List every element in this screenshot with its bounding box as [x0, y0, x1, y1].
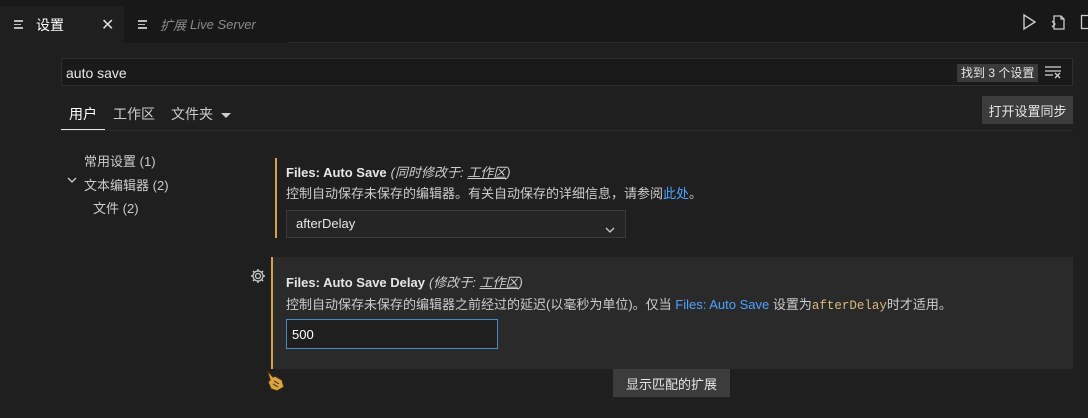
- run-icon[interactable]: [1020, 13, 1038, 31]
- tab-workspace[interactable]: 工作区: [105, 102, 163, 130]
- tab-extension-live-server[interactable]: 扩展 Live Server: [124, 6, 288, 43]
- search-input[interactable]: [66, 63, 926, 83]
- toc-item-text-editor[interactable]: 文本编辑器 (2): [84, 175, 169, 194]
- modified-scope-link[interactable]: 工作区: [467, 165, 506, 180]
- chevron-down-icon: [605, 218, 615, 233]
- desc-text-end: 。: [689, 186, 703, 201]
- setting-description: 控制自动保存未保存的编辑器之前经过的延迟(以毫秒为单位)。仅当 Files: A…: [286, 294, 952, 313]
- desc-code: afterDelay: [811, 299, 887, 313]
- hand-cursor-icon: [262, 367, 288, 393]
- desc-link[interactable]: 此处: [663, 186, 689, 201]
- setting-name: Auto Save Delay: [323, 275, 425, 290]
- setting-files-auto-save: Files: Auto Save (同时修改于: 工作区) 控制自动保存未保存的编…: [275, 158, 975, 238]
- setting-files-auto-save-delay: Files: Auto Save Delay (修改于: 工作区) 控制自动保存未…: [271, 257, 1073, 369]
- clear-filter-icon[interactable]: [1045, 65, 1061, 79]
- open-settings-json-icon[interactable]: [1050, 13, 1068, 31]
- setting-name: Auto Save: [323, 165, 387, 180]
- tab-folder-label: 文件夹: [171, 106, 213, 122]
- show-matching-extensions-button[interactable]: 显示匹配的扩展: [613, 369, 730, 397]
- auto-save-select-value: afterDelay: [296, 216, 356, 231]
- modified-suffix: ): [506, 165, 511, 180]
- toc-item-count: (1): [139, 154, 156, 169]
- tab-folder[interactable]: 文件夹: [163, 102, 239, 130]
- desc-text-mid: 设置为: [769, 297, 812, 312]
- setting-title: Files: Auto Save Delay (修改于: 工作区): [286, 272, 523, 291]
- close-icon[interactable]: ✕: [101, 15, 114, 35]
- extension-list-icon: [138, 20, 154, 29]
- chevron-down-icon: [221, 112, 231, 118]
- editor-tab-bar: 设置 ✕ 扩展 Live Server: [0, 0, 1088, 43]
- modified-scope-link[interactable]: 工作区: [480, 275, 519, 290]
- tab-settings[interactable]: 设置 ✕: [0, 6, 124, 43]
- setting-title: Files: Auto Save (同时修改于: 工作区): [286, 162, 511, 181]
- desc-text: 控制自动保存未保存的编辑器之前经过的延迟(以毫秒为单位)。仅当: [286, 297, 676, 312]
- desc-text-end: 时才适用。: [886, 297, 952, 312]
- auto-save-select[interactable]: afterDelay: [286, 210, 626, 238]
- search-result-count: 找到 3 个设置: [957, 64, 1039, 82]
- toc-item-label: 常用设置: [84, 154, 137, 169]
- setting-description: 控制自动保存未保存的编辑器。有关自动保存的详细信息，请参阅此处。: [286, 183, 702, 202]
- toc-item-label: 文件: [93, 201, 120, 216]
- settings-search-box: 找到 3 个设置: [61, 58, 1073, 86]
- modified-prefix: (修改于:: [428, 275, 480, 290]
- split-editor-icon[interactable]: [1080, 13, 1088, 31]
- gear-icon[interactable]: [250, 268, 266, 284]
- scope-tabs: 用户 工作区 文件夹: [61, 102, 239, 130]
- tab-settings-label: 设置: [36, 16, 64, 33]
- scope-divider: [61, 130, 1073, 131]
- open-settings-sync-button[interactable]: 打开设置同步: [982, 96, 1073, 124]
- tab-user[interactable]: 用户: [61, 102, 105, 130]
- toc-item-label: 文本编辑器: [84, 178, 150, 193]
- modified-indicator: (修改于: 工作区): [429, 275, 523, 290]
- toc-item-count: (2): [122, 201, 139, 216]
- toc-item-commonly-used[interactable]: 常用设置 (1): [84, 151, 156, 170]
- toc-item-files[interactable]: 文件 (2): [93, 198, 139, 217]
- settings-list-icon: [14, 20, 30, 29]
- tab-extension-name: Live Server: [190, 17, 256, 32]
- modified-suffix: ): [518, 275, 523, 290]
- toc-item-count: (2): [152, 178, 169, 193]
- editor-actions: [1020, 13, 1088, 31]
- modified-indicator: (同时修改于: 工作区): [391, 165, 511, 180]
- setting-category: Files:: [286, 275, 324, 290]
- chevron-down-icon[interactable]: [66, 174, 78, 189]
- desc-text: 控制自动保存未保存的编辑器。有关自动保存的详细信息，请参阅: [286, 186, 664, 201]
- modified-prefix: (同时修改于:: [390, 165, 468, 180]
- tab-extension-prefix: 扩展: [160, 18, 187, 33]
- desc-setting-link[interactable]: Files: Auto Save: [675, 297, 769, 312]
- auto-save-delay-input[interactable]: [286, 319, 498, 349]
- setting-category: Files:: [286, 165, 324, 180]
